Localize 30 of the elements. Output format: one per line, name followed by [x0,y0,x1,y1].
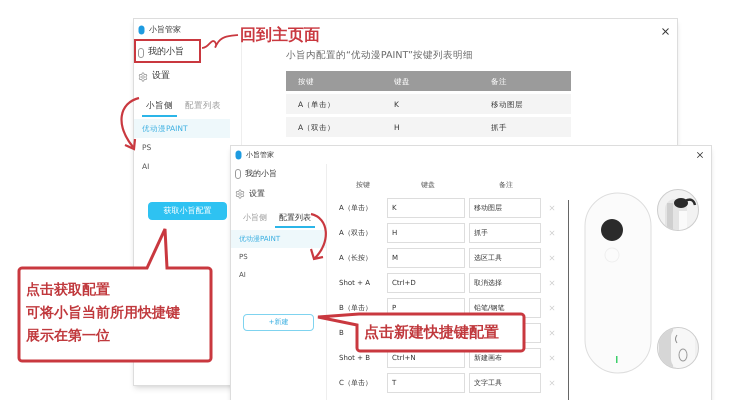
delete-icon[interactable] [548,204,556,212]
device-icon [235,169,241,179]
delete-icon[interactable] [548,304,556,312]
delete-icon[interactable] [548,254,556,262]
delete-icon[interactable] [548,379,556,387]
delete-icon[interactable] [548,279,556,287]
nav-item[interactable]: 设置 [152,70,170,84]
sidebar-tab[interactable]: 配置列表 [275,212,315,228]
settings-icon [138,72,148,82]
nav-item[interactable]: 我的小旨 [245,168,277,180]
highlight-frame [134,39,201,63]
callout-text: 点击获取配置 [26,281,111,300]
annotation-title: 回到主页面 [240,24,320,46]
window-title: 小旨管家 [149,24,181,36]
nav-item[interactable]: 我的小旨 [148,46,184,60]
callout-text: 可将小旨当前所用快捷键 [26,304,180,323]
callout-text: 点击新建快捷键配置 [364,322,499,342]
delete-icon[interactable] [548,229,556,237]
nav-item[interactable]: 设置 [249,188,265,200]
logo-icon [235,150,242,160]
close-icon[interactable] [695,150,705,160]
callout-text: 展示在第一位 [26,327,111,346]
logo-icon [138,25,145,35]
close-icon[interactable] [660,26,671,37]
delete-icon[interactable] [548,354,556,362]
settings-icon [235,189,245,199]
device-icon [138,48,144,58]
sidebar-tab[interactable]: 小旨侧 [142,100,177,117]
delete-icon[interactable] [548,329,556,337]
table-heading: 小旨内配置的“优动漫PAINT”按键列表明细 [286,49,474,63]
